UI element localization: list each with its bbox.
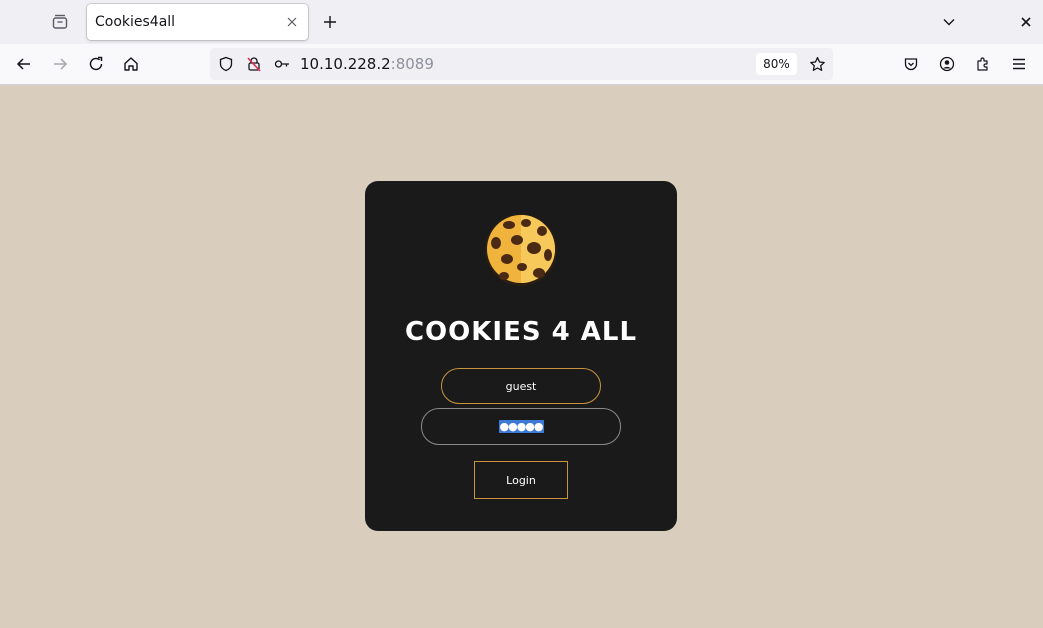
account-button[interactable] — [931, 48, 963, 80]
new-tab-button[interactable] — [314, 6, 346, 38]
back-arrow-icon — [16, 58, 30, 70]
back-button[interactable] — [8, 48, 40, 80]
star-icon — [809, 56, 825, 71]
nav-toolbar: 10.10.228.2:8089 80% — [0, 44, 1043, 85]
window-close-button[interactable] — [1010, 6, 1042, 38]
url-text: 10.10.228.2:8089 — [300, 55, 434, 73]
forward-arrow-icon — [54, 58, 68, 70]
pocket-button[interactable] — [895, 48, 927, 80]
shield-icon — [219, 56, 233, 72]
login-card: COOKIES 4 ALL ●●●●● Login — [365, 181, 677, 531]
extensions-button[interactable] — [967, 48, 999, 80]
bookmark-button[interactable] — [807, 54, 827, 74]
url-host: 10.10.228.2 — [300, 55, 391, 73]
home-icon — [124, 57, 138, 71]
password-key-button[interactable] — [274, 56, 290, 72]
reload-icon — [89, 56, 103, 71]
zoom-level-button[interactable]: 80% — [756, 53, 797, 75]
app-menu-button[interactable] — [1003, 48, 1035, 80]
active-tab[interactable]: Cookies4all — [87, 4, 308, 40]
cookie-icon — [485, 214, 557, 286]
close-icon — [287, 17, 297, 27]
pocket-icon — [904, 58, 918, 71]
site-title: COOKIES 4 ALL — [404, 317, 638, 347]
extensions-icon — [977, 57, 988, 71]
tab-close-button[interactable] — [284, 14, 300, 30]
tab-title: Cookies4all — [95, 14, 176, 30]
tab-list-button[interactable] — [44, 6, 76, 38]
home-button[interactable] — [115, 48, 147, 80]
username-input[interactable] — [441, 368, 601, 404]
close-icon — [1021, 17, 1031, 27]
password-mask: ●●●●● — [498, 420, 544, 433]
insecure-lock-icon — [247, 57, 261, 72]
reload-button[interactable] — [80, 48, 112, 80]
forward-button[interactable] — [44, 48, 76, 80]
key-icon — [274, 60, 289, 68]
tracking-protection-button[interactable] — [218, 56, 234, 72]
connection-insecure-button[interactable] — [246, 56, 262, 72]
menu-icon — [1013, 58, 1025, 70]
tab-list-icon — [52, 14, 68, 29]
url-bar[interactable]: 10.10.228.2:8089 80% — [210, 48, 833, 80]
plus-icon — [324, 16, 336, 28]
account-icon — [939, 56, 955, 72]
tab-strip: Cookies4all — [0, 0, 1043, 44]
url-port: :8089 — [390, 55, 434, 73]
password-input[interactable]: ●●●●● — [421, 408, 621, 445]
chevron-down-icon — [943, 19, 955, 26]
login-button[interactable]: Login — [474, 461, 568, 499]
list-all-tabs-button[interactable] — [933, 6, 965, 38]
